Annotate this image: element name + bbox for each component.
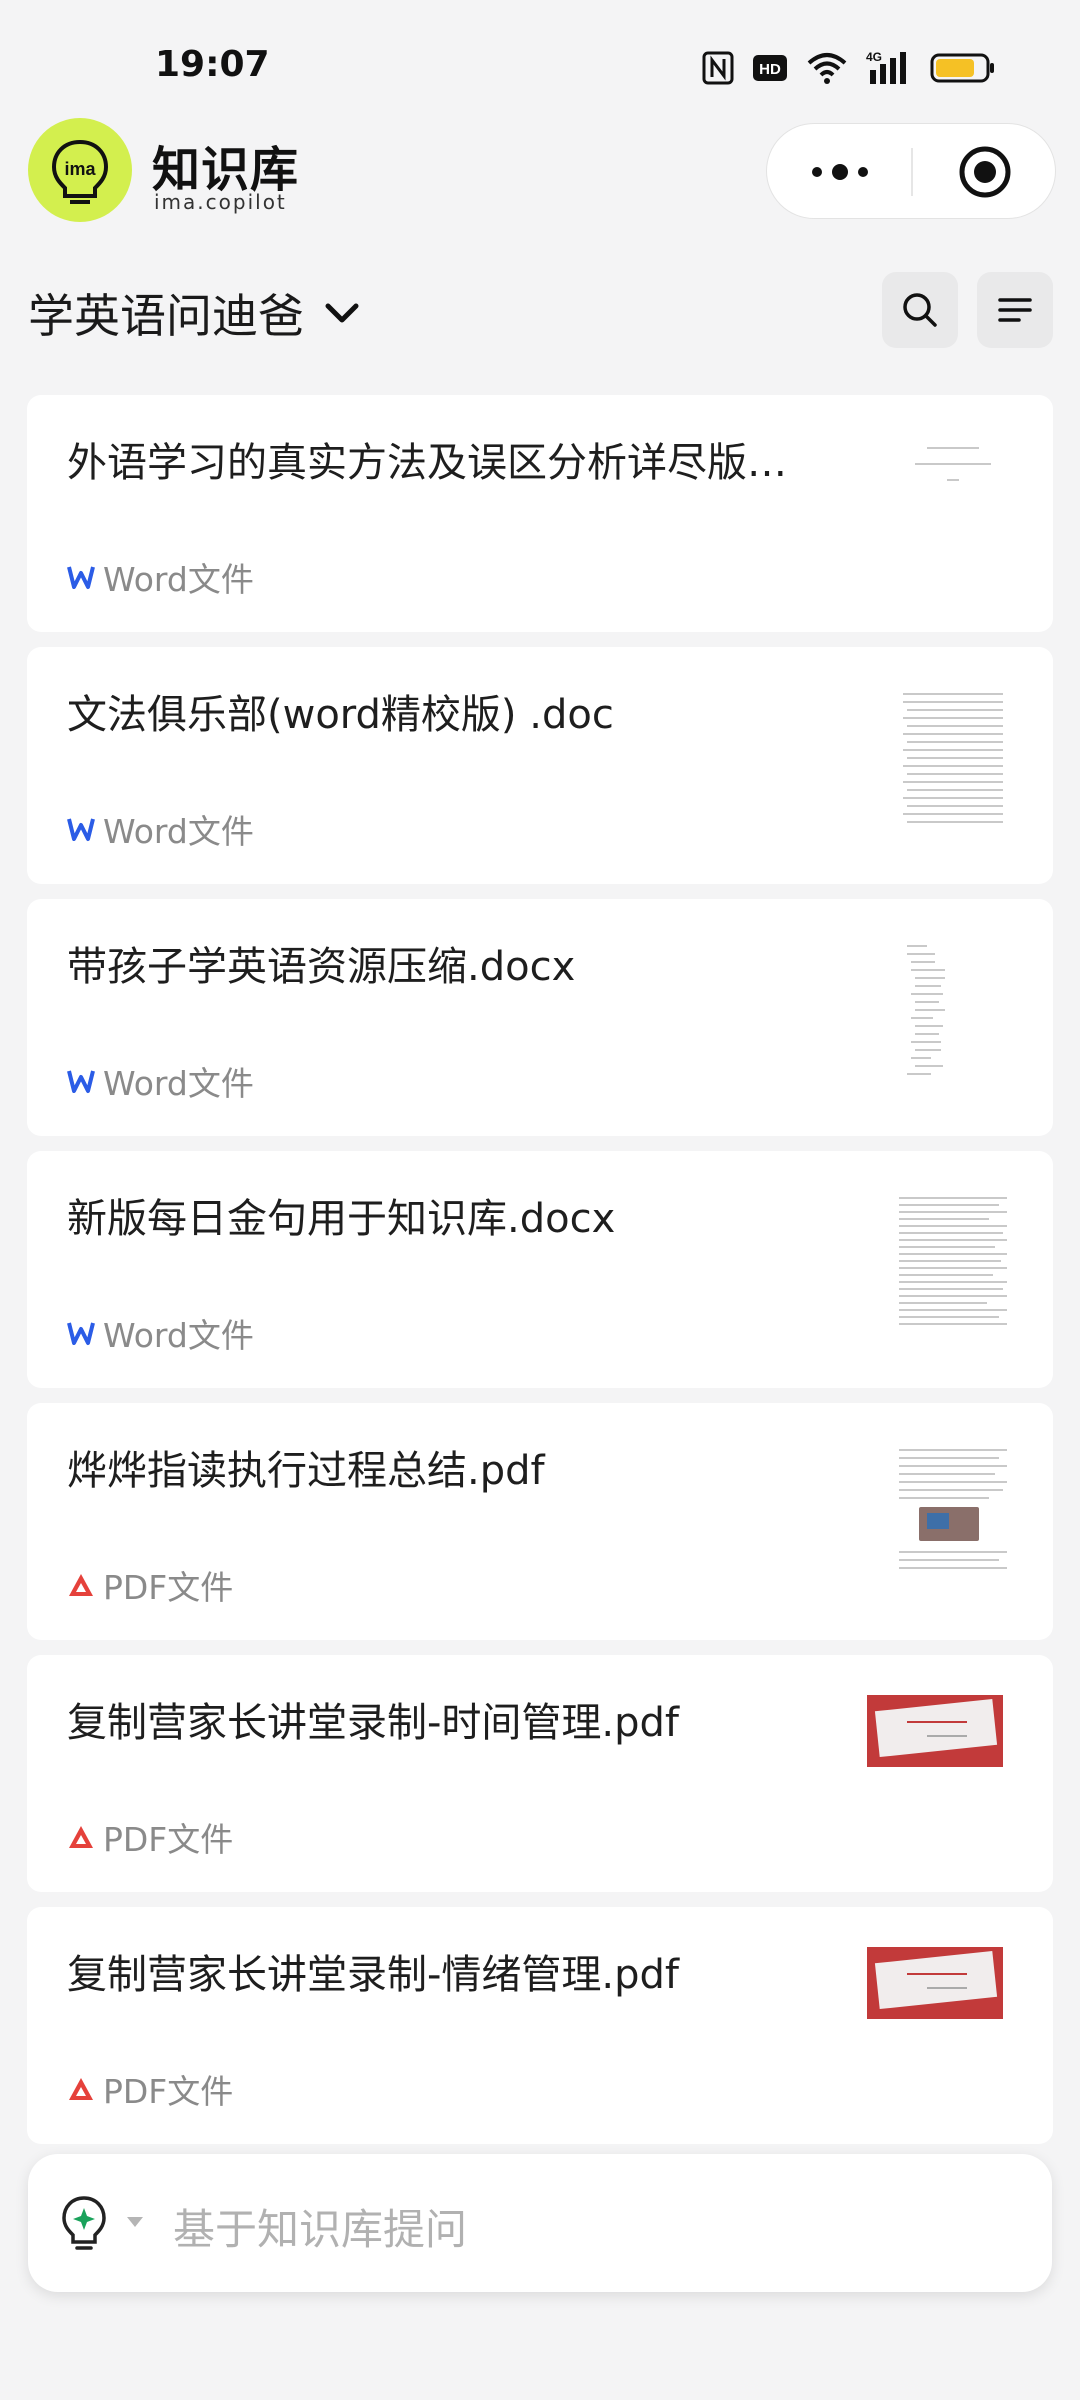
wifi-icon — [806, 51, 848, 85]
document-thumbnail — [893, 1443, 1013, 1593]
list-icon — [998, 298, 1032, 322]
nfc-icon — [702, 51, 734, 85]
document-type: Word文件 — [67, 1309, 254, 1357]
logo-text: ima — [64, 159, 96, 179]
document-thumbnail — [867, 1695, 1003, 1767]
document-title: 复制营家长讲堂录制-情绪管理.pdf — [67, 1952, 680, 1998]
document-type-label: Word文件 — [103, 560, 254, 599]
document-card[interactable]: 新版每日金句用于知识库.docx Word文件 — [27, 1151, 1053, 1388]
word-icon — [67, 818, 95, 841]
document-card[interactable]: 复制营家长讲堂录制-情绪管理.pdf PDF文件 — [27, 1907, 1053, 2144]
pdf-icon — [69, 1574, 93, 1596]
document-card[interactable]: 烨烨指读执行过程总结.pdf PDF文件 — [27, 1403, 1053, 1640]
dot-icon — [811, 167, 822, 177]
dot-icon — [831, 164, 848, 180]
thumbnail-photo-detail — [927, 1513, 949, 1529]
word-icon — [67, 1070, 95, 1093]
document-type-label: Word文件 — [103, 812, 254, 851]
document-type: Word文件 — [67, 553, 254, 601]
dot-icon — [857, 167, 868, 177]
word-icon — [67, 1322, 95, 1345]
ima-logo: ima — [28, 118, 132, 222]
status-bar: 19:07 HD 4G — [0, 0, 1080, 120]
document-title: 文法俱乐部(word精校版) .doc — [67, 692, 614, 738]
document-thumbnail — [893, 435, 1013, 585]
document-type-label: Word文件 — [103, 1064, 254, 1103]
kb-bar: 学英语问迪爸 — [0, 270, 1080, 350]
ask-input-bar[interactable]: 基于知识库提问 — [28, 2154, 1052, 2292]
document-title: 复制营家长讲堂录制-时间管理.pdf — [67, 1700, 680, 1746]
sort-button[interactable] — [977, 272, 1053, 348]
document-title: 新版每日金句用于知识库.docx — [67, 1196, 616, 1242]
miniprogram-capsule — [766, 123, 1056, 219]
status-time: 19:07 — [155, 44, 270, 85]
kb-name: 学英语问迪爸 — [28, 289, 304, 343]
document-card[interactable]: 带孩子学英语资源压缩.docx Word文件 — [27, 899, 1053, 1136]
pdf-icon — [69, 1826, 93, 1848]
pdf-icon — [69, 2078, 93, 2100]
document-type-label: PDF文件 — [103, 2072, 234, 2111]
document-card[interactable]: 外语学习的真实方法及误区分析详尽版… Word文件 — [27, 395, 1053, 632]
model-selector[interactable] — [58, 2194, 110, 2256]
signal-4g-icon: 4G — [866, 50, 912, 86]
document-thumbnail — [867, 1947, 1003, 2019]
document-type-label: PDF文件 — [103, 1820, 234, 1859]
app-header: ima 知识库 ima.copilot — [0, 118, 1080, 228]
bulb-sparkle-icon — [62, 2196, 106, 2250]
document-type: Word文件 — [67, 1057, 254, 1105]
more-button[interactable] — [767, 124, 912, 220]
document-card[interactable]: 文法俱乐部(word精校版) .doc Word文件 — [27, 647, 1053, 884]
search-icon — [903, 293, 937, 327]
document-card[interactable]: 复制营家长讲堂录制-时间管理.pdf PDF文件 — [27, 1655, 1053, 1892]
battery-icon — [930, 52, 996, 84]
document-thumbnail — [893, 939, 1013, 1089]
document-title: 烨烨指读执行过程总结.pdf — [67, 1448, 545, 1494]
hd-label: HD — [759, 61, 781, 78]
document-type-label: PDF文件 — [103, 1568, 234, 1607]
document-list: 外语学习的真实方法及误区分析详尽版… Word文件 文法俱乐部(word精校版)… — [27, 395, 1053, 2159]
document-type: PDF文件 — [67, 1561, 233, 1609]
document-thumbnail — [893, 1191, 1013, 1341]
document-thumbnail — [893, 687, 1013, 837]
word-icon — [67, 566, 95, 589]
status-icons: HD 4G — [702, 46, 996, 90]
document-type-label: Word文件 — [103, 1316, 254, 1355]
document-title: 外语学习的真实方法及误区分析详尽版… — [67, 440, 787, 486]
brand-subtitle: ima.copilot — [154, 190, 287, 214]
caret-down-icon[interactable] — [124, 2214, 146, 2234]
document-title: 带孩子学英语资源压缩.docx — [67, 944, 576, 990]
network-label: 4G — [866, 50, 882, 64]
hd-icon: HD — [752, 53, 788, 83]
document-type: Word文件 — [67, 805, 254, 853]
close-miniprogram-button[interactable] — [912, 124, 1057, 220]
search-button[interactable] — [882, 272, 958, 348]
target-icon — [959, 146, 1010, 198]
chevron-down-icon — [325, 303, 359, 323]
document-type: PDF文件 — [67, 1813, 233, 1861]
kb-selector[interactable]: 学英语问迪爸 — [28, 280, 362, 346]
ask-placeholder[interactable]: 基于知识库提问 — [173, 2196, 467, 2257]
document-type: PDF文件 — [67, 2065, 233, 2113]
